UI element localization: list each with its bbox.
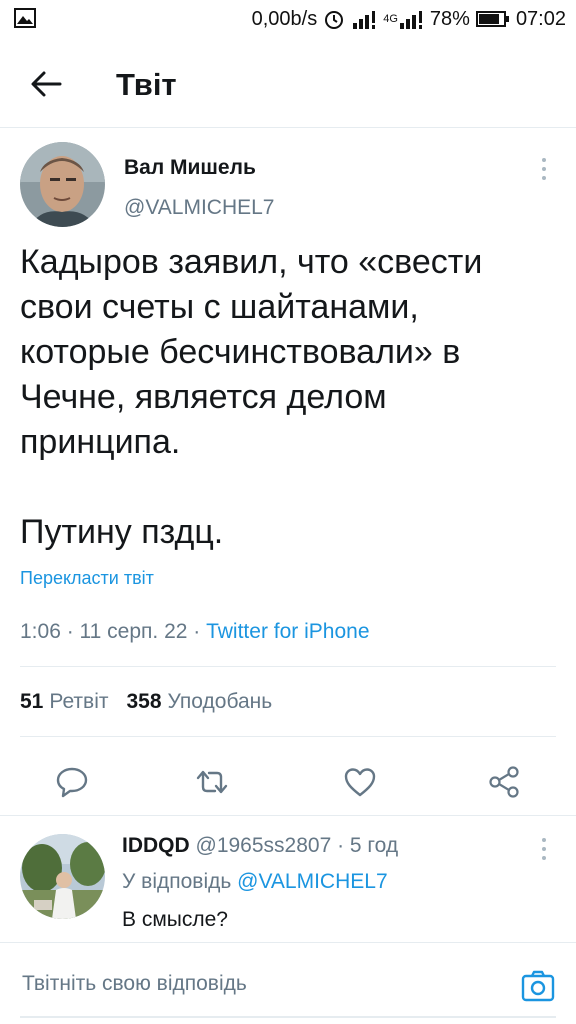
more-vertical-icon <box>542 158 546 180</box>
retweet-button[interactable] <box>194 764 230 800</box>
page-title: Твіт <box>116 67 177 102</box>
tweet-stats: 51 Ретвіт 358 Уподобань <box>20 690 272 714</box>
retweet-icon <box>196 770 228 794</box>
tweet-timestamp: 1:06 · 11 серп. 22 · <box>20 620 207 643</box>
network-label: 4G <box>383 13 398 25</box>
share-icon <box>489 766 519 798</box>
retweets-count: 51 <box>20 690 44 713</box>
tweet-actions <box>0 752 576 816</box>
status-bar: 0,00b/s 4G 78% 07:02 <box>0 0 576 40</box>
author-handle[interactable]: @VALMICHEL7 <box>124 196 274 220</box>
like-button[interactable] <box>342 764 378 800</box>
in-reply-to: У відповідь @VALMICHEL7 <box>122 870 388 894</box>
battery-icon <box>475 10 510 28</box>
camera-icon <box>521 970 555 1002</box>
network-speed: 0,00b/s <box>251 7 318 30</box>
reply-author-name[interactable]: IDDQD <box>122 834 190 857</box>
reply-icon <box>56 767 88 798</box>
tweet-client-link[interactable]: Twitter for iPhone <box>206 620 369 643</box>
author-name[interactable]: Вал Мишель <box>124 156 256 180</box>
signal-icon <box>351 9 377 29</box>
back-button[interactable] <box>24 62 68 106</box>
share-button[interactable] <box>486 764 522 800</box>
more-options-button[interactable] <box>532 154 556 184</box>
input-underline <box>20 1016 556 1018</box>
alarm-icon <box>323 8 345 30</box>
reply-button[interactable] <box>54 764 90 800</box>
in-reply-mention[interactable]: @VALMICHEL7 <box>237 870 387 893</box>
like-icon <box>344 768 376 797</box>
author-avatar[interactable] <box>20 142 105 227</box>
reply-input[interactable]: Твітніть свою відповідь <box>22 972 247 996</box>
image-icon <box>14 8 36 28</box>
likes-count: 358 <box>126 690 162 713</box>
divider <box>20 736 556 737</box>
reply-compose-bar: Твітніть свою відповідь <box>0 944 576 1024</box>
reply-handle-time: @1965ss2807 · 5 год <box>189 834 399 857</box>
battery-percent: 78% <box>429 7 470 30</box>
top-app-bar: Твіт <box>0 40 576 128</box>
reply-header: IDDQD @1965ss2807 · 5 год <box>122 834 398 858</box>
translate-link[interactable]: Перекласти твіт <box>20 568 154 589</box>
tweet-meta: 1:06 · 11 серп. 22 · Twitter for iPhone <box>20 620 370 644</box>
reply-tweet[interactable]: IDDQD @1965ss2807 · 5 год У відповідь @V… <box>0 815 576 943</box>
reply-text: В смысле? <box>122 908 228 931</box>
retweets-stat[interactable]: 51 Ретвіт <box>20 690 108 713</box>
more-vertical-icon <box>542 838 546 860</box>
signal-4g-icon: 4G <box>383 9 424 29</box>
divider <box>20 666 556 667</box>
arrow-left-icon <box>31 71 62 97</box>
reply-avatar[interactable] <box>20 834 105 919</box>
likes-stat[interactable]: 358 Уподобань <box>126 690 272 713</box>
clock: 07:02 <box>515 7 566 30</box>
tweet-text: Кадыров заявил, что «свести свои счеты с… <box>20 243 483 551</box>
likes-label: Уподобань <box>167 690 273 713</box>
retweets-label: Ретвіт <box>49 690 109 713</box>
in-reply-prefix: У відповідь <box>122 870 238 893</box>
camera-button[interactable] <box>520 968 556 1004</box>
reply-more-options-button[interactable] <box>532 834 556 864</box>
